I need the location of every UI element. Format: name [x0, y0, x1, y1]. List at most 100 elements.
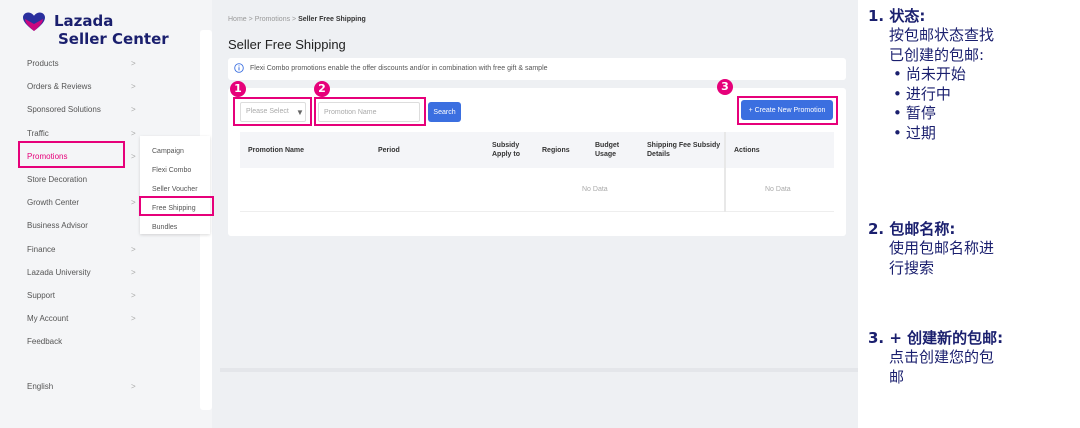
sidebar-item-store-decoration[interactable]: Store Decoration [0, 168, 150, 191]
sidebar-item-label: Lazada University [27, 267, 91, 277]
sidebar-item-label: Growth Center [27, 198, 80, 208]
note-line: 行搜索 [889, 258, 935, 277]
breadcrumb-current: Seller Free Shipping [298, 16, 366, 23]
sidebar-item-products[interactable]: Products > [0, 52, 150, 75]
breadcrumb-separator: > [292, 16, 297, 23]
submenu-item-bundles[interactable]: Bundles [140, 218, 210, 237]
highlight-promotion-name [314, 97, 426, 126]
sidebar-item-growth-center[interactable]: Growth Center > [0, 191, 150, 214]
marker-3-badge: 3 [717, 79, 733, 95]
note-line: 按包邮状态查找 [889, 26, 995, 44]
status-list: 尚未开始 进行中 暂停 过期 [889, 65, 994, 143]
column-header-shipping-fee-subsidy[interactable]: Shipping Fee Subsidy Details [647, 141, 720, 159]
table-header: Promotion Name Period Subsidy Apply to Re… [240, 132, 834, 168]
sidebar-item-label: Business Advisor [27, 221, 88, 231]
note-line: 使用包邮名称进 [889, 239, 995, 257]
info-icon [234, 63, 244, 73]
sidebar-item-my-account[interactable]: My Account > [0, 307, 150, 330]
sidebar-item-orders-reviews[interactable]: Orders & Reviews > [0, 75, 150, 98]
lazada-heart-icon [23, 12, 45, 31]
sidebar-item-label: Sponsored Solutions [27, 105, 101, 115]
note-body: 点击创建您的包 邮 [868, 348, 1003, 387]
breadcrumb: Home > Promotions > Seller Free Shipping [228, 16, 366, 23]
sidebar-item-feedback[interactable]: Feedback [0, 330, 150, 353]
column-header-line: Shipping Fee Subsidy [647, 142, 721, 149]
chevron-right-icon: > [131, 198, 136, 208]
column-header-budget-usage[interactable]: Budget Usage [595, 141, 619, 159]
chevron-right-icon: > [131, 290, 136, 300]
sidebar-item-label: Store Decoration [27, 174, 88, 184]
breadcrumb-home[interactable]: Home [228, 16, 247, 23]
column-header-regions[interactable]: Regions [542, 146, 570, 155]
sidebar-item-sponsored-solutions[interactable]: Sponsored Solutions > [0, 98, 150, 121]
sidebar-item-label: Finance [27, 244, 56, 254]
note-promotion-name: 2. 包邮名称: 使用包邮名称进 行搜索 [868, 218, 994, 278]
chevron-right-icon: > [131, 105, 136, 115]
column-header-line: Subsidy [492, 142, 520, 149]
status-list-item: 进行中 [889, 85, 994, 105]
annotation-panel: 1. 状态: 按包邮状态查找 已创建的包邮: 尚未开始 进行中 暂停 过期 2.… [868, 0, 1080, 428]
sidebar-item-label: Traffic [27, 128, 49, 138]
chevron-right-icon: > [131, 128, 136, 138]
highlight-free-shipping [139, 196, 214, 216]
highlight-promotions [18, 141, 125, 168]
column-header-line: Apply to [492, 151, 520, 158]
sidebar-item-lazada-university[interactable]: Lazada University > [0, 261, 150, 284]
sidebar-nav: Products > Orders & Reviews > Sponsored So… [0, 52, 150, 399]
search-button[interactable]: Search [428, 102, 461, 122]
submenu-item-campaign[interactable]: Campaign [140, 142, 210, 161]
info-banner: Flexi Combo promotions enable the offer … [228, 58, 846, 80]
sidebar-item-label: English [27, 382, 54, 392]
table-empty-text: No Data [582, 186, 608, 193]
actions-empty-text: No Data [765, 186, 791, 193]
note-heading: 3. + 创建新的包邮: [868, 329, 1004, 347]
table-body: No Data No Data [240, 168, 834, 212]
chevron-right-icon: > [131, 267, 136, 277]
sidebar-item-finance[interactable]: Finance > [0, 238, 150, 261]
column-header-period[interactable]: Period [378, 146, 400, 155]
note-line: 点击创建您的包 [889, 348, 995, 366]
column-header-actions: Actions [734, 147, 760, 154]
highlight-create-button [737, 96, 838, 125]
logo-brand: Lazada [54, 12, 114, 30]
status-list-item: 暂停 [889, 104, 994, 124]
column-header-subsidy[interactable]: Subsidy Apply to [492, 141, 520, 159]
highlight-status-select [233, 97, 312, 126]
sidebar-item-label: Feedback [27, 337, 63, 347]
page-title: Seller Free Shipping [228, 37, 346, 52]
status-list-item: 过期 [889, 124, 994, 144]
breadcrumb-promotions[interactable]: Promotions [255, 16, 290, 23]
note-body: 按包邮状态查找 已创建的包邮: 尚未开始 进行中 暂停 过期 [868, 26, 994, 143]
sidebar-item-label: My Account [27, 314, 69, 324]
chevron-right-icon: > [131, 59, 136, 68]
chevron-right-icon: > [131, 244, 136, 254]
promotions-submenu: Campaign Flexi Combo Seller Voucher Free… [140, 136, 210, 234]
chevron-right-icon: > [131, 151, 136, 161]
sidebar-item-label: Support [27, 290, 56, 300]
note-body: 使用包邮名称进 行搜索 [868, 239, 994, 278]
actions-column-divider [724, 132, 726, 212]
column-header-line: Usage [595, 151, 617, 158]
status-list-item: 尚未开始 [889, 65, 994, 85]
sidebar-item-support[interactable]: Support > [0, 284, 150, 307]
info-text: Flexi Combo promotions enable the offer … [250, 65, 548, 72]
note-heading: 2. 包邮名称: [868, 220, 956, 238]
breadcrumb-separator: > [248, 16, 253, 23]
sidebar-item-business-advisor[interactable]: Business Advisor [0, 214, 150, 237]
logo-subtitle: Seller Center [58, 30, 169, 48]
submenu-item-flexi-combo[interactable]: Flexi Combo [140, 161, 210, 180]
sidebar-item-language[interactable]: English > [0, 375, 150, 398]
note-line: 邮 [889, 367, 905, 386]
sidebar-item-label: Products [27, 59, 59, 68]
note-status: 1. 状态: 按包邮状态查找 已创建的包邮: 尚未开始 进行中 暂停 过期 [868, 5, 994, 143]
seller-center-screenshot: Lazada Seller Center Products > Orders & … [0, 0, 858, 428]
chevron-right-icon: > [131, 382, 136, 392]
main-horizontal-scrollbar[interactable] [220, 368, 858, 372]
chevron-right-icon: > [131, 314, 136, 324]
chevron-right-icon: > [131, 82, 136, 92]
note-heading: 1. 状态: [868, 7, 926, 25]
column-header-promotion-name[interactable]: Promotion Name [248, 146, 304, 155]
note-create-promotion: 3. + 创建新的包邮: 点击创建您的包 邮 [868, 327, 1003, 387]
logo[interactable]: Lazada Seller Center [22, 12, 169, 48]
marker-2-badge: 2 [314, 81, 330, 97]
